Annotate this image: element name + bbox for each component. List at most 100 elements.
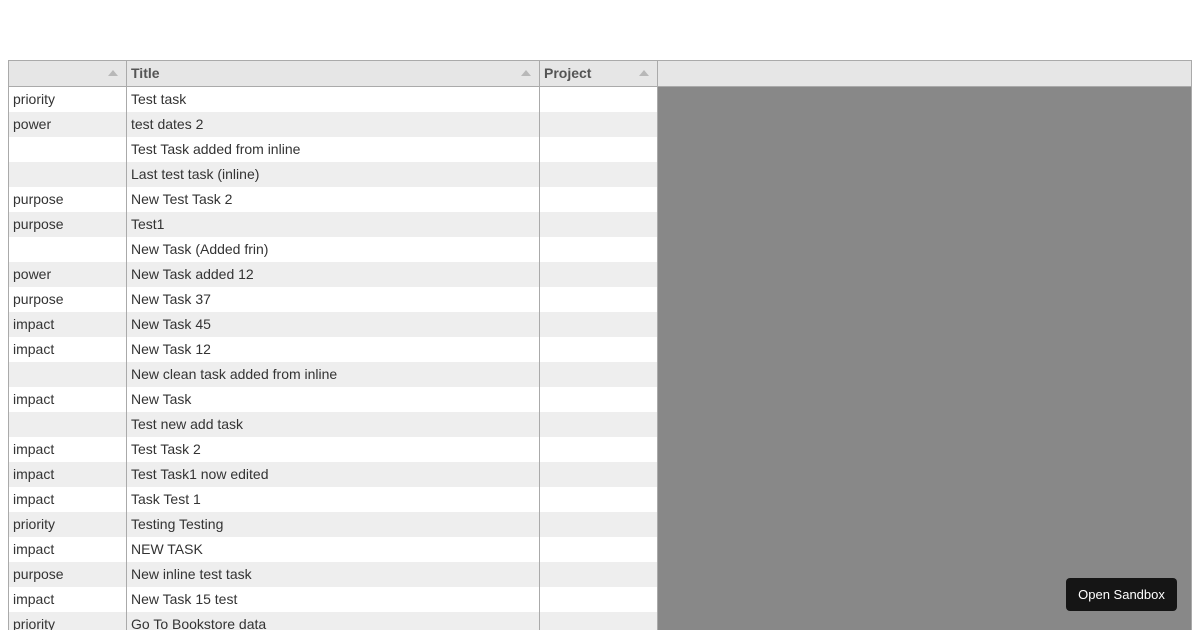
grid-body: priority Test task power test dates 2 Test T…: [9, 87, 658, 630]
tag-cell[interactable]: impact: [9, 487, 127, 512]
tag-cell[interactable]: purpose: [9, 287, 127, 312]
title-cell[interactable]: New Task (Added frin): [127, 237, 540, 262]
sort-ascending-icon[interactable]: [108, 70, 118, 76]
table-row[interactable]: power New Task added 12: [9, 262, 658, 287]
project-cell[interactable]: [540, 362, 658, 387]
tag-cell[interactable]: purpose: [9, 562, 127, 587]
title-cell[interactable]: NEW TASK: [127, 537, 540, 562]
table-row[interactable]: impact New Task 15 test: [9, 587, 658, 612]
table-row[interactable]: priority Go To Bookstore data: [9, 612, 658, 630]
table-row[interactable]: New clean task added from inline: [9, 362, 658, 387]
column-header-title-label: Title: [131, 65, 160, 81]
tag-cell[interactable]: priority: [9, 87, 127, 112]
table-row[interactable]: Test new add task: [9, 412, 658, 437]
column-header-title[interactable]: Title: [127, 61, 540, 86]
tag-cell[interactable]: impact: [9, 337, 127, 362]
project-cell[interactable]: [540, 537, 658, 562]
table-row[interactable]: power test dates 2: [9, 112, 658, 137]
project-cell[interactable]: [540, 487, 658, 512]
table-row[interactable]: priority Testing Testing: [9, 512, 658, 537]
title-cell[interactable]: New clean task added from inline: [127, 362, 540, 387]
table-row[interactable]: impact Test Task 2: [9, 437, 658, 462]
grid-header: Title Project: [9, 61, 1191, 87]
tag-cell[interactable]: [9, 412, 127, 437]
tag-cell[interactable]: impact: [9, 587, 127, 612]
project-cell[interactable]: [540, 162, 658, 187]
project-cell[interactable]: [540, 87, 658, 112]
title-cell[interactable]: Test Task added from inline: [127, 137, 540, 162]
project-cell[interactable]: [540, 412, 658, 437]
table-row[interactable]: purpose New Task 37: [9, 287, 658, 312]
column-header-project[interactable]: Project: [540, 61, 658, 86]
title-cell[interactable]: New Task 12: [127, 337, 540, 362]
tag-cell[interactable]: priority: [9, 612, 127, 630]
tag-cell[interactable]: [9, 237, 127, 262]
title-cell[interactable]: Test Task1 now edited: [127, 462, 540, 487]
project-cell[interactable]: [540, 387, 658, 412]
project-cell[interactable]: [540, 462, 658, 487]
tag-cell[interactable]: power: [9, 262, 127, 287]
title-cell[interactable]: New Test Task 2: [127, 187, 540, 212]
project-cell[interactable]: [540, 562, 658, 587]
project-cell[interactable]: [540, 512, 658, 537]
title-cell[interactable]: Test task: [127, 87, 540, 112]
table-row[interactable]: purpose Test1: [9, 212, 658, 237]
column-header-project-label: Project: [544, 65, 592, 81]
title-cell[interactable]: New Task 45: [127, 312, 540, 337]
tag-cell[interactable]: purpose: [9, 187, 127, 212]
table-row[interactable]: purpose New inline test task: [9, 562, 658, 587]
open-sandbox-button[interactable]: Open Sandbox: [1066, 578, 1177, 611]
project-cell[interactable]: [540, 187, 658, 212]
column-header-tag[interactable]: [9, 61, 127, 86]
table-row[interactable]: impact New Task: [9, 387, 658, 412]
title-cell[interactable]: Testing Testing: [127, 512, 540, 537]
title-cell[interactable]: New Task 37: [127, 287, 540, 312]
table-row[interactable]: impact New Task 12: [9, 337, 658, 362]
title-cell[interactable]: New Task: [127, 387, 540, 412]
tag-cell[interactable]: impact: [9, 387, 127, 412]
project-cell[interactable]: [540, 112, 658, 137]
table-row[interactable]: Last test task (inline): [9, 162, 658, 187]
table-row[interactable]: New Task (Added frin): [9, 237, 658, 262]
project-cell[interactable]: [540, 237, 658, 262]
tag-cell[interactable]: [9, 162, 127, 187]
title-cell[interactable]: New Task added 12: [127, 262, 540, 287]
task-grid: Title Project priority Test task power test…: [8, 60, 1192, 630]
tag-cell[interactable]: purpose: [9, 212, 127, 237]
tag-cell[interactable]: [9, 362, 127, 387]
table-row[interactable]: purpose New Test Task 2: [9, 187, 658, 212]
tag-cell[interactable]: impact: [9, 462, 127, 487]
table-row[interactable]: impact Test Task1 now edited: [9, 462, 658, 487]
title-cell[interactable]: Last test task (inline): [127, 162, 540, 187]
table-row[interactable]: impact Task Test 1: [9, 487, 658, 512]
table-row[interactable]: impact NEW TASK: [9, 537, 658, 562]
title-cell[interactable]: New Task 15 test: [127, 587, 540, 612]
project-cell[interactable]: [540, 587, 658, 612]
title-cell[interactable]: test dates 2: [127, 112, 540, 137]
title-cell[interactable]: Test new add task: [127, 412, 540, 437]
tag-cell[interactable]: power: [9, 112, 127, 137]
title-cell[interactable]: New inline test task: [127, 562, 540, 587]
title-cell[interactable]: Go To Bookstore data: [127, 612, 540, 630]
tag-cell[interactable]: impact: [9, 312, 127, 337]
sort-ascending-icon[interactable]: [639, 70, 649, 76]
project-cell[interactable]: [540, 437, 658, 462]
project-cell[interactable]: [540, 337, 658, 362]
project-cell[interactable]: [540, 287, 658, 312]
project-cell[interactable]: [540, 262, 658, 287]
tag-cell[interactable]: priority: [9, 512, 127, 537]
project-cell[interactable]: [540, 137, 658, 162]
sort-ascending-icon[interactable]: [521, 70, 531, 76]
table-row[interactable]: Test Task added from inline: [9, 137, 658, 162]
project-cell[interactable]: [540, 212, 658, 237]
project-cell[interactable]: [540, 612, 658, 630]
tag-cell[interactable]: [9, 137, 127, 162]
tag-cell[interactable]: impact: [9, 437, 127, 462]
table-row[interactable]: priority Test task: [9, 87, 658, 112]
project-cell[interactable]: [540, 312, 658, 337]
title-cell[interactable]: Test Task 2: [127, 437, 540, 462]
tag-cell[interactable]: impact: [9, 537, 127, 562]
title-cell[interactable]: Task Test 1: [127, 487, 540, 512]
table-row[interactable]: impact New Task 45: [9, 312, 658, 337]
title-cell[interactable]: Test1: [127, 212, 540, 237]
